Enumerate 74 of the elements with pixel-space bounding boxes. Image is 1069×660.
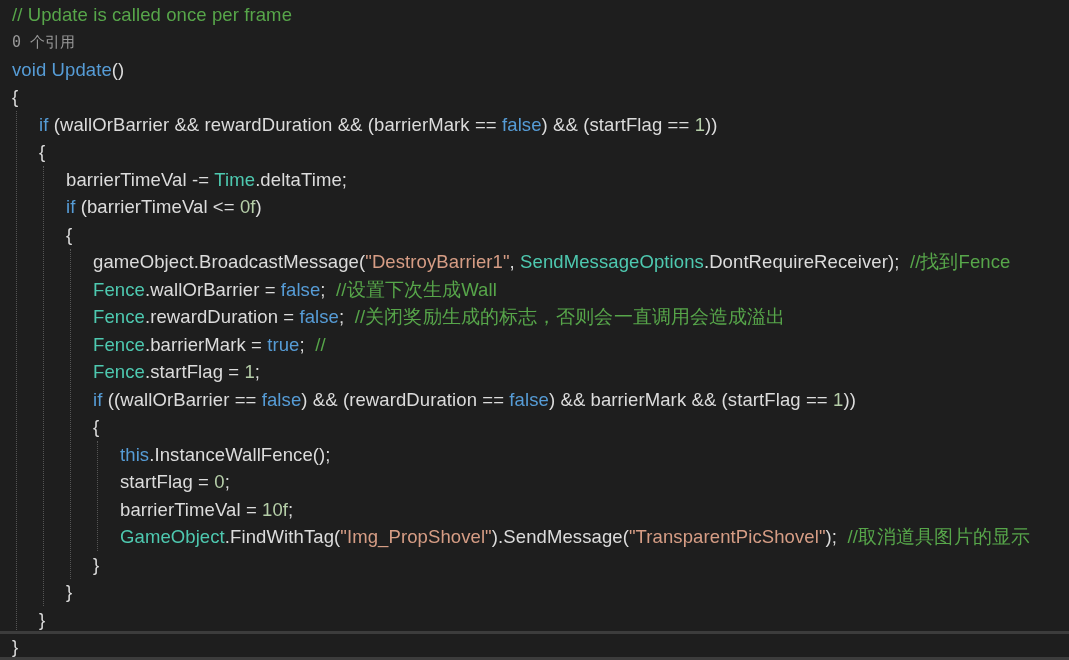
code-type: Fence — [93, 277, 145, 302]
code-keyword: false — [502, 112, 542, 137]
code-text: (wallOrBarrier && rewardDuration && (barrierMark == — [52, 112, 498, 137]
code-text: } — [12, 635, 19, 660]
code-keyword: if — [39, 112, 49, 137]
code-text: startFlag = — [120, 470, 210, 495]
code-text: ; — [288, 497, 294, 522]
code-keyword: void — [12, 57, 48, 82]
code-comment: // Update is called once per frame — [12, 2, 292, 27]
code-text: ); — [825, 525, 839, 550]
code-text: { — [39, 140, 46, 165]
code-text: ) && barrierMark && (startFlag == — [548, 387, 829, 412]
code-type: Fence — [93, 332, 145, 357]
code-string: "TransparentPicShovel" — [628, 525, 826, 550]
code-text: barrierTimeVal -= — [66, 167, 211, 192]
code-text: ; — [320, 277, 327, 302]
code-text: ; — [339, 305, 346, 330]
code-type: SendMessageOptions — [520, 250, 704, 275]
code-type: Time — [214, 167, 256, 192]
code-type: Fence — [93, 305, 145, 330]
code-text: .barrierMark = — [144, 332, 263, 357]
code-text: )) — [705, 112, 718, 137]
code-text: { — [93, 415, 100, 440]
code-text: .rewardDuration = — [144, 305, 296, 330]
code-method: Update — [51, 57, 112, 82]
code-text: ((wallOrBarrier == — [106, 387, 258, 412]
code-text: ) — [255, 195, 262, 220]
code-text: ).SendMessage( — [491, 525, 629, 550]
code-comment: //设置下次生成Wall — [336, 277, 497, 302]
code-text: { — [66, 222, 73, 247]
code-text: } — [93, 552, 100, 577]
code-text: } — [66, 580, 73, 605]
code-number: 10f — [262, 497, 289, 522]
reference-count[interactable]: 0 个引用 — [12, 31, 76, 54]
code-type: Fence — [93, 360, 145, 385]
code-text: ; — [224, 470, 230, 495]
code-comment: // — [315, 332, 326, 357]
code-text: .InstanceWallFence(); — [149, 442, 331, 467]
code-text: { — [12, 85, 19, 110]
code-string: "Img_PropShovel" — [340, 525, 492, 550]
code-number: 1 — [833, 387, 844, 412]
code-text: , — [509, 250, 516, 275]
code-text: ; — [254, 360, 261, 385]
code-text: ) && (rewardDuration == — [301, 387, 506, 412]
code-text: gameObject.BroadcastMessage( — [93, 250, 366, 275]
code-keyword: false — [509, 387, 549, 412]
code-comment: //取消道具图片的显示 — [847, 525, 1030, 550]
code-number: 0 — [214, 470, 225, 495]
code-keyword: false — [261, 387, 302, 412]
code-keyword: if — [93, 387, 103, 412]
code-text: (barrierTimeVal <= — [79, 195, 236, 220]
code-text: ) && (startFlag == — [541, 112, 691, 137]
code-text: } — [39, 607, 46, 632]
code-text: .startFlag = — [144, 360, 241, 385]
code-text: ; — [299, 332, 306, 357]
code-string: "DestroyBarrier1" — [365, 250, 510, 275]
code-keyword: false — [299, 305, 339, 330]
code-text: () — [111, 57, 125, 82]
code-keyword: this — [120, 442, 150, 467]
code-text: barrierTimeVal = — [120, 497, 258, 522]
code-text: .deltaTime; — [255, 167, 348, 192]
code-comment: //找到Fence — [909, 250, 1011, 275]
code-text: .FindWithTag( — [224, 525, 341, 550]
code-number: 0f — [239, 195, 256, 220]
code-text: .wallOrBarrier = — [144, 277, 277, 302]
code-text: )) — [843, 387, 856, 412]
code-text: .DontRequireReceiver); — [703, 250, 901, 275]
code-comment: //关闭奖励生成的标志，否则会一直调用会造成溢出 — [354, 305, 786, 330]
code-type: GameObject — [120, 525, 225, 550]
code-number: 1 — [694, 112, 705, 137]
code-keyword: if — [66, 195, 76, 220]
code-number: 1 — [244, 360, 255, 385]
code-keyword: false — [280, 277, 321, 302]
code-keyword: true — [267, 332, 300, 357]
